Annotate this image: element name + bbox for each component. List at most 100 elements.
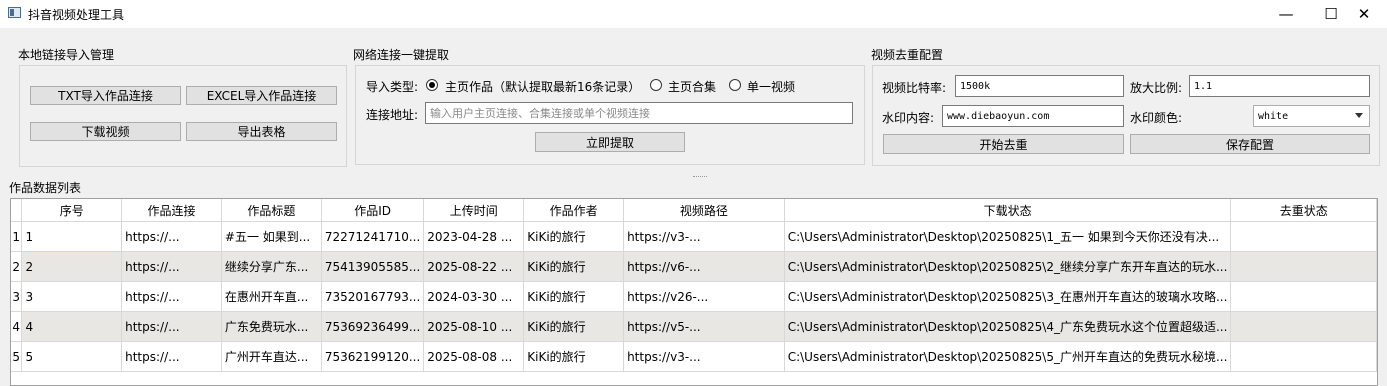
table-cell[interactable]: 75413905585... xyxy=(321,251,425,282)
table-cell[interactable] xyxy=(1230,251,1377,282)
table-cell[interactable]: 1 xyxy=(21,221,123,252)
row-header[interactable]: 5 xyxy=(11,341,23,372)
row-header[interactable]: 3 xyxy=(11,281,23,312)
table-cell[interactable]: C:\Users\Administrator\Desktop\20250825\… xyxy=(784,281,1232,312)
table-cell[interactable]: 广东免费玩水... xyxy=(221,311,322,342)
network-title: 网络连接一键提取 xyxy=(353,48,450,62)
watermark-color-select[interactable]: white xyxy=(1253,105,1370,127)
txt-import-button[interactable]: TXT导入作品连接 xyxy=(30,86,181,105)
table-cell[interactable]: https://v6-... xyxy=(623,251,785,282)
table-row[interactable]: 5 5 https://... 广州开车直达... 75362199120... 2025… xyxy=(11,341,1377,372)
table-cell[interactable]: 广州开车直达... xyxy=(221,341,322,372)
watermark-color-value: white xyxy=(1258,110,1289,122)
extract-now-button[interactable]: 立即提取 xyxy=(535,132,685,152)
local-import-title: 本地链接导入管理 xyxy=(18,48,115,62)
table-cell[interactable]: C:\Users\Administrator\Desktop\20250825\… xyxy=(784,251,1232,282)
table-cell[interactable] xyxy=(1230,311,1377,342)
start-dedup-button[interactable]: 开始去重 xyxy=(883,134,1124,154)
table-cell[interactable]: https://v5-... xyxy=(623,311,785,342)
row-header[interactable]: 1 xyxy=(11,221,23,252)
download-video-button[interactable]: 下载视频 xyxy=(30,122,181,141)
local-import-group xyxy=(19,65,347,167)
excel-import-button[interactable]: EXCEL导入作品连接 xyxy=(186,86,337,105)
table-cell[interactable]: KiKi的旅行 xyxy=(523,311,625,342)
table-cell[interactable]: https://v3-... xyxy=(623,341,785,372)
window-title: 抖音视频处理工具 xyxy=(28,8,125,22)
table-cell[interactable]: https://... xyxy=(121,341,222,372)
works-table[interactable]: 序号 作品连接 作品标题 作品ID 上传时间 作品作者 视频路径 下载状态 去重… xyxy=(10,198,1378,386)
table-cell[interactable]: https://... xyxy=(121,251,222,282)
radio-homepage-works[interactable] xyxy=(426,79,438,91)
table-cell[interactable]: https://... xyxy=(121,221,222,252)
title-bar: 抖音视频处理工具 — ☐ ✕ xyxy=(0,0,1387,28)
table-cell[interactable]: https://v26-... xyxy=(623,281,785,312)
table-cell[interactable]: 73520167793... xyxy=(321,281,425,312)
table-cell[interactable]: 在惠州开车直... xyxy=(221,281,322,312)
export-table-button[interactable]: 导出表格 xyxy=(186,122,337,141)
column-header[interactable]: 作品连接 xyxy=(121,199,222,222)
column-header[interactable]: 作品ID xyxy=(321,199,425,222)
import-type-label: 导入类型: xyxy=(366,80,419,94)
table-cell[interactable]: 75369236499... xyxy=(321,311,425,342)
table-cell[interactable]: https://... xyxy=(121,311,222,342)
table-cell[interactable]: C:\Users\Administrator\Desktop\20250825\… xyxy=(784,311,1232,342)
watermark-color-label: 水印颜色: xyxy=(1130,111,1183,125)
table-cell[interactable]: C:\Users\Administrator\Desktop\20250825\… xyxy=(784,221,1232,252)
bitrate-input[interactable]: 1500k xyxy=(955,75,1124,97)
table-cell[interactable]: https://v3-... xyxy=(623,221,785,252)
watermark-input[interactable]: www.diebaoyun.com xyxy=(942,105,1124,127)
url-label: 连接地址: xyxy=(366,108,419,122)
table-cell[interactable]: KiKi的旅行 xyxy=(523,221,625,252)
column-header[interactable]: 上传时间 xyxy=(423,199,525,222)
table-cell[interactable]: 5 xyxy=(21,341,123,372)
table-cell[interactable]: 2025-08-22 ... xyxy=(423,251,525,282)
splitter-handle[interactable] xyxy=(693,176,707,179)
table-cell[interactable]: KiKi的旅行 xyxy=(523,341,625,372)
table-cell[interactable]: 4 xyxy=(21,311,123,342)
table-cell[interactable] xyxy=(1230,341,1377,372)
table-cell[interactable]: https://... xyxy=(121,281,222,312)
table-cell[interactable]: 2 xyxy=(21,251,123,282)
table-cell[interactable]: 75362199120... xyxy=(321,341,425,372)
column-header[interactable]: 视频路径 xyxy=(623,199,785,222)
close-button[interactable]: ✕ xyxy=(1341,0,1387,28)
column-header[interactable]: 作品标题 xyxy=(221,199,322,222)
table-cell[interactable]: #五一 如果到... xyxy=(221,221,322,252)
table-cell[interactable]: C:\Users\Administrator\Desktop\20250825\… xyxy=(784,341,1232,372)
column-header[interactable]: 作品作者 xyxy=(523,199,625,222)
url-input[interactable]: 输入用户主页连接、合集连接或单个视频连接 xyxy=(425,102,853,124)
table-cell[interactable]: 72271241710... xyxy=(321,221,425,252)
radio-homepage-collection-label[interactable]: 主页合集 xyxy=(668,78,716,95)
table-row[interactable]: 1 1 https://... #五一 如果到... 72271241710... 202… xyxy=(11,221,1377,252)
save-config-button[interactable]: 保存配置 xyxy=(1130,134,1370,154)
table-cell[interactable]: 2024-03-30 ... xyxy=(423,281,525,312)
minimize-button[interactable]: — xyxy=(1263,0,1309,28)
app-icon xyxy=(8,7,21,18)
table-title: 作品数据列表 xyxy=(9,181,82,195)
column-header[interactable]: 下载状态 xyxy=(784,199,1232,222)
row-header[interactable]: 2 xyxy=(11,251,23,282)
table-row[interactable]: 2 2 https://... 继续分享广东... 75413905585... 2025… xyxy=(11,251,1377,282)
radio-homepage-works-label[interactable]: 主页作品（默认提取最新16条记录） xyxy=(445,78,640,95)
table-cell[interactable]: KiKi的旅行 xyxy=(523,281,625,312)
scale-label: 放大比例: xyxy=(1130,81,1183,95)
table-cell[interactable]: 继续分享广东... xyxy=(221,251,322,282)
table-cell[interactable]: 2025-08-08 ... xyxy=(423,341,525,372)
table-cell[interactable]: 2023-04-28 ... xyxy=(423,221,525,252)
table-cell[interactable]: 2025-08-10 ... xyxy=(423,311,525,342)
table-cell[interactable] xyxy=(1230,281,1377,312)
watermark-label: 水印内容: xyxy=(882,111,935,125)
table-cell[interactable] xyxy=(1230,221,1377,252)
row-header[interactable]: 4 xyxy=(11,311,23,342)
scale-input[interactable]: 1.1 xyxy=(1189,75,1370,97)
table-row[interactable]: 3 3 https://... 在惠州开车直... 73520167793... 2024… xyxy=(11,281,1377,312)
table-cell[interactable]: KiKi的旅行 xyxy=(523,251,625,282)
radio-homepage-collection[interactable] xyxy=(650,79,662,91)
table-row[interactable]: 4 4 https://... 广东免费玩水... 75369236499... 2025… xyxy=(11,311,1377,342)
radio-single-video-label[interactable]: 单一视频 xyxy=(747,78,795,95)
corner-header[interactable] xyxy=(11,199,23,222)
column-header[interactable]: 去重状态 xyxy=(1230,199,1377,222)
column-header[interactable]: 序号 xyxy=(21,199,123,222)
table-cell[interactable]: 3 xyxy=(21,281,123,312)
radio-single-video[interactable] xyxy=(729,79,741,91)
